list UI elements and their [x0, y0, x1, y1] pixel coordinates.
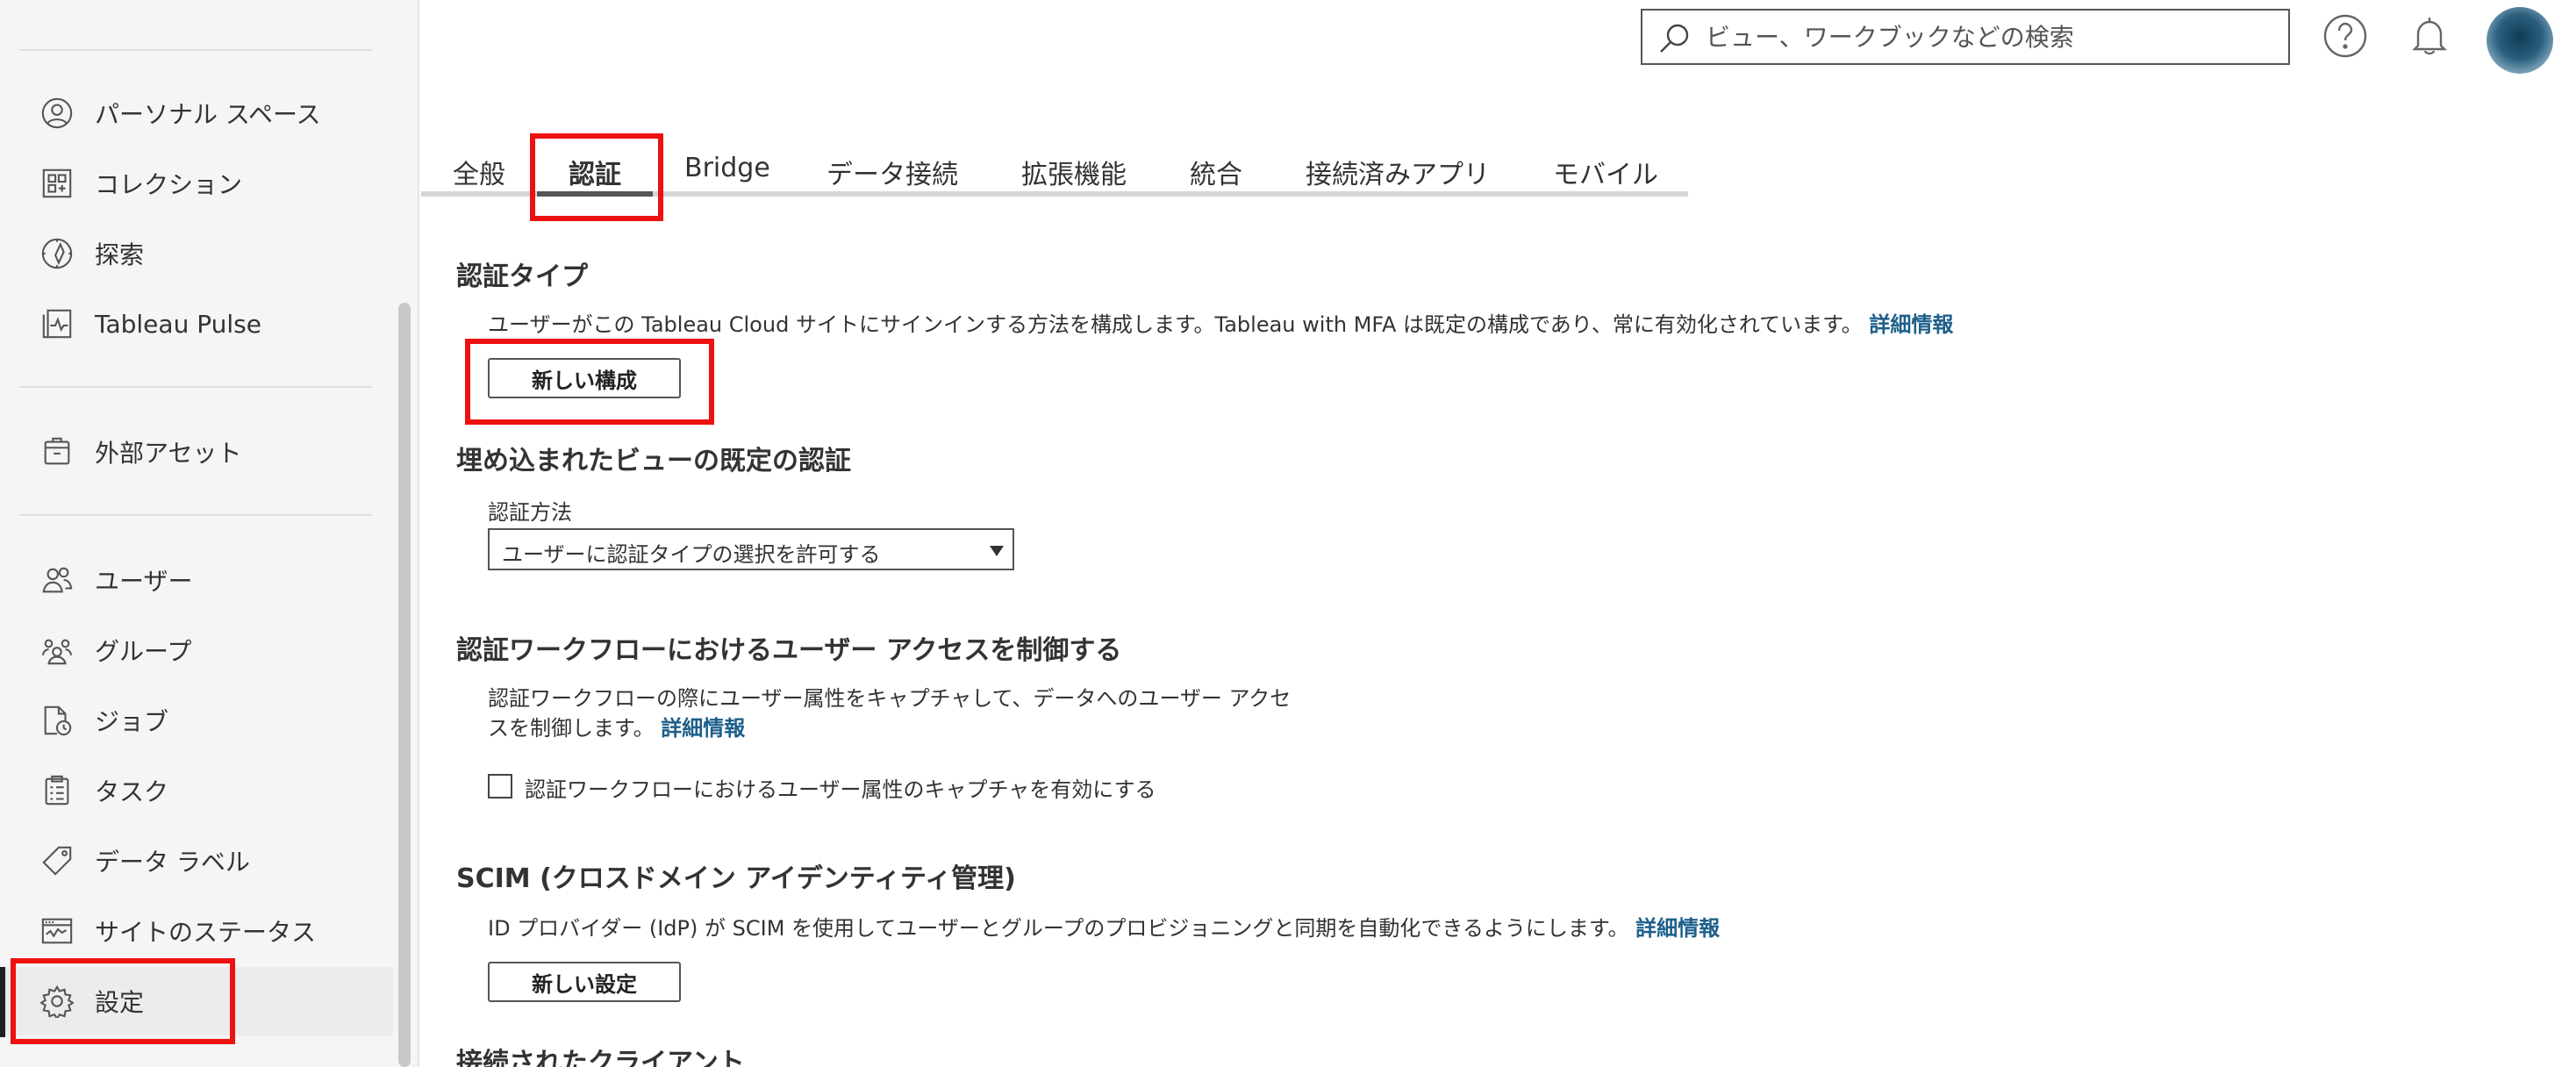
tab-general[interactable]: 全般	[453, 153, 505, 205]
person-circle-icon	[39, 95, 75, 132]
auth-type-description: ユーザーがこの Tableau Cloud サイトにサインインする方法を構成しま…	[488, 307, 1953, 338]
sidebar-item-label: タスク	[95, 777, 169, 806]
sidebar-item-personal-space[interactable]: パーソナル スペース	[0, 79, 393, 147]
sidebar-item-label: 外部アセット	[95, 439, 242, 468]
connected-clients-heading: 接続されたクライアント	[456, 1048, 745, 1067]
auth-type-learn-more-link[interactable]: 詳細情報	[1869, 312, 1953, 337]
sidebar-divider	[19, 49, 372, 51]
workflow-heading: 認証ワークフローにおけるユーザー アクセスを制御する	[456, 635, 1122, 666]
search-box[interactable]	[1641, 9, 2290, 65]
workflow-learn-more-link[interactable]: 詳細情報	[661, 716, 745, 741]
tab-bridge[interactable]: Bridge	[684, 153, 770, 205]
sidebar-item-users[interactable]: ユーザー	[0, 546, 393, 614]
scim-desc-text: ID プロバイダー (IdP) が SCIM を使用してユーザーとグループのプロ…	[488, 916, 1629, 941]
sidebar-item-label: サイトのステータス	[95, 918, 317, 947]
capture-user-attributes-label[interactable]: 認証ワークフローにおけるユーザー属性のキャプチャを有効にする	[525, 772, 1156, 803]
sidebar-item-label: グループ	[95, 637, 192, 666]
tab-integration[interactable]: 統合	[1190, 153, 1242, 205]
sidebar-item-collections[interactable]: コレクション	[0, 149, 393, 218]
sidebar-item-explore[interactable]: 探索	[0, 219, 393, 288]
workflow-description-line2: スを制御します。 詳細情報	[488, 711, 745, 741]
pulse-icon	[39, 305, 75, 342]
job-icon	[39, 702, 75, 739]
archive-icon	[39, 433, 75, 470]
sidebar-item-data-labels[interactable]: データ ラベル	[0, 827, 393, 895]
sidebar-item-site-status[interactable]: サイトのステータス	[0, 897, 393, 965]
search-icon	[1657, 21, 1692, 56]
tab-data-connections[interactable]: データ接続	[826, 153, 958, 205]
embedded-auth-heading: 埋め込まれたビューの既定の認証	[456, 446, 851, 476]
auth-method-label: 認証方法	[488, 500, 572, 525]
sidebar-item-tableau-pulse[interactable]: Tableau Pulse	[0, 290, 393, 358]
auth-method-select[interactable]: ユーザーに認証タイプの選択を許可する	[488, 528, 1014, 570]
scim-heading: SCIM (クロスドメイン アイデンティティ管理)	[456, 863, 1016, 894]
auth-method-selected-value: ユーザーに認証タイプの選択を許可する	[502, 542, 881, 567]
sidebar-item-label: パーソナル スペース	[95, 100, 321, 129]
scim-description: ID プロバイダー (IdP) が SCIM を使用してユーザーとグループのプロ…	[488, 911, 1720, 942]
capture-user-attributes-checkbox[interactable]	[488, 774, 512, 798]
sidebar-item-label: 探索	[95, 240, 145, 269]
sidebar-item-groups[interactable]: グループ	[0, 616, 393, 684]
help-icon[interactable]	[2322, 12, 2369, 60]
compass-icon	[39, 235, 75, 272]
sidebar-scrollbar[interactable]	[398, 303, 411, 1067]
sidebar-item-label: ジョブ	[95, 707, 169, 736]
avatar[interactable]	[2487, 7, 2553, 74]
users-icon	[39, 562, 75, 598]
sidebar-active-indicator	[0, 967, 5, 1037]
auth-type-heading: 認証タイプ	[456, 261, 588, 292]
sidebar-divider	[19, 514, 372, 516]
search-input[interactable]	[1706, 18, 2276, 56]
caret-down-icon	[990, 546, 1004, 556]
sidebar-item-tasks[interactable]: タスク	[0, 756, 393, 825]
workflow-desc-text: スを制御します。	[488, 716, 655, 741]
collection-icon	[39, 165, 75, 202]
tab-connected-apps[interactable]: 接続済みアプリ	[1306, 153, 1490, 205]
tab-mobile[interactable]: モバイル	[1553, 153, 1658, 205]
sidebar-divider	[19, 386, 372, 388]
auth-type-desc-text: ユーザーがこの Tableau Cloud サイトにサインインする方法を構成しま…	[488, 312, 1863, 337]
highlight-box-settings	[11, 958, 235, 1044]
sidebar-item-external-assets[interactable]: 外部アセット	[0, 418, 393, 486]
sidebar-item-label: Tableau Pulse	[95, 309, 261, 339]
tab-extensions[interactable]: 拡張機能	[1021, 153, 1127, 205]
highlight-box-auth-tab	[530, 133, 663, 221]
sidebar-item-jobs[interactable]: ジョブ	[0, 686, 393, 755]
scim-learn-more-link[interactable]: 詳細情報	[1635, 916, 1720, 941]
group-icon	[39, 632, 75, 669]
site-status-icon	[39, 913, 75, 949]
bell-icon[interactable]	[2406, 12, 2453, 60]
sidebar-item-label: コレクション	[95, 170, 243, 199]
sidebar-item-label: ユーザー	[95, 567, 193, 596]
workflow-description-line1: 認証ワークフローの際にユーザー属性をキャプチャして、データへのユーザー アクセ	[488, 686, 1292, 711]
new-settings-button[interactable]: 新しい設定	[488, 962, 681, 1002]
sidebar-item-label: データ ラベル	[95, 848, 250, 877]
task-icon	[39, 772, 75, 809]
highlight-box-new-configuration	[465, 339, 714, 425]
sidebar: パーソナル スペース コレクション 探索 Tableau Pulse 外部アセッ…	[0, 0, 419, 1067]
tag-icon	[39, 842, 75, 879]
